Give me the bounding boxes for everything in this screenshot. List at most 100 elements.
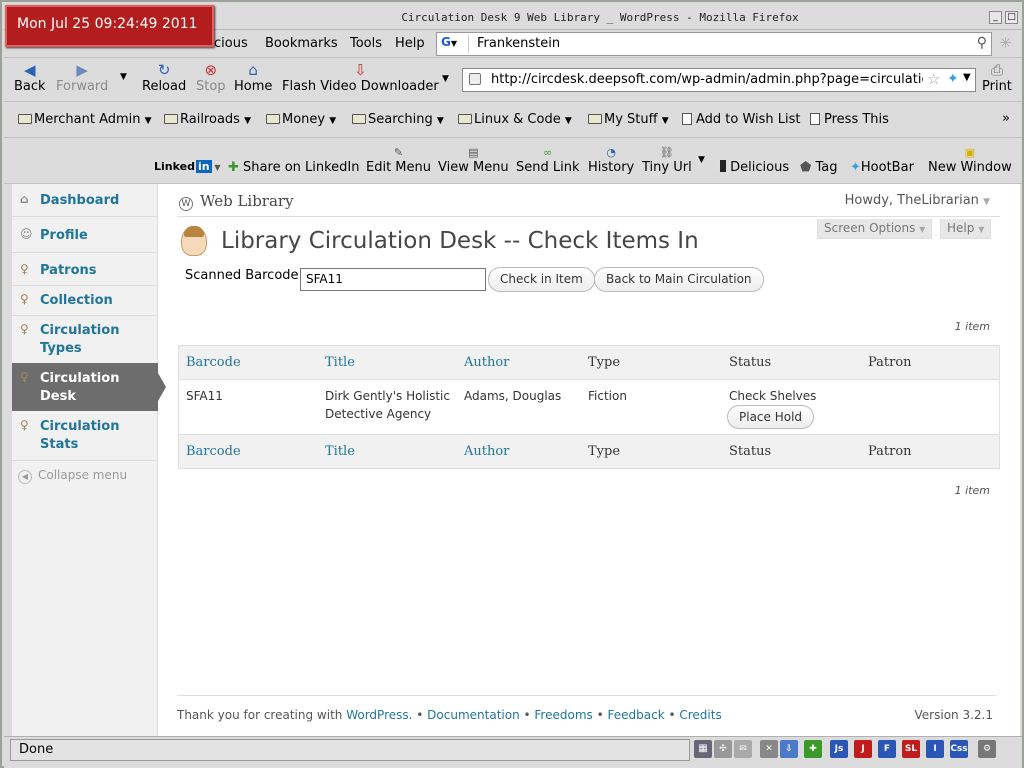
blocked-icon[interactable]: ✕ bbox=[760, 740, 778, 758]
flash-video-downloader-button[interactable]: ⇩ Flash Video Downloader bbox=[282, 61, 439, 94]
history-button[interactable]: ◔ History bbox=[588, 146, 634, 175]
admin-sidebar: ⌂ Dashboard ☺ Profile ♀ Patrons ♀ Collec… bbox=[12, 184, 166, 736]
reload-button[interactable]: ↻ Reload bbox=[142, 61, 186, 94]
js-icon[interactable]: Js bbox=[830, 740, 848, 758]
new-window-icon: ▣ bbox=[964, 146, 976, 159]
barcode-input[interactable]: SFA11 bbox=[300, 268, 486, 291]
back-to-main-circulation-button[interactable]: Back to Main Circulation bbox=[594, 267, 764, 292]
twitter-icon[interactable]: ✦ bbox=[947, 71, 959, 87]
column-footer-author[interactable]: Author bbox=[464, 444, 509, 459]
tiny-url-button[interactable]: ⛓ Tiny Url bbox=[642, 146, 692, 175]
search-icon[interactable]: ⚲ bbox=[977, 35, 987, 51]
documentation-link[interactable]: Documentation bbox=[427, 708, 520, 722]
sidebar-item-circulation-stats[interactable]: ♀ Circulation Stats bbox=[12, 418, 158, 454]
css-icon[interactable]: Css bbox=[950, 740, 968, 758]
silverlight-icon[interactable]: SL bbox=[902, 740, 920, 758]
sidebar-item-circulation-desk[interactable]: ♀ Circulation Desk bbox=[12, 363, 166, 411]
menu-help[interactable]: Help bbox=[395, 36, 425, 51]
menu-bookmarks[interactable]: Bookmarks bbox=[265, 36, 338, 51]
network-icon[interactable]: ✣ bbox=[714, 740, 732, 758]
bookmark-folder-railroads[interactable]: Railroads ▼ bbox=[164, 112, 251, 127]
home-icon: ⌂ bbox=[248, 61, 258, 79]
tag-button[interactable]: ⬟ Tag bbox=[800, 160, 837, 175]
clock-icon: ◔ bbox=[606, 146, 616, 159]
page-title: Library Circulation Desk -- Check Items … bbox=[221, 228, 699, 254]
folder-icon bbox=[164, 114, 178, 124]
screen-options-button[interactable]: Screen Options ▼ bbox=[817, 219, 933, 239]
column-footer-barcode[interactable]: Barcode bbox=[186, 444, 241, 459]
place-hold-button[interactable]: Place Hold bbox=[727, 405, 815, 429]
column-header-author[interactable]: Author bbox=[464, 355, 509, 370]
site-title[interactable]: W Web Library bbox=[179, 192, 294, 211]
credits-link[interactable]: Credits bbox=[679, 708, 721, 722]
search-engine-icon[interactable]: G▼ bbox=[439, 35, 469, 53]
bookmark-folder-my-stuff[interactable]: My Stuff ▼ bbox=[588, 112, 669, 127]
search-box[interactable]: G▼ Frankenstein ⚲ bbox=[436, 32, 992, 56]
hootbar-button[interactable]: ✦HootBar bbox=[850, 160, 914, 175]
sidebar-item-collection[interactable]: ♀ Collection bbox=[12, 292, 158, 310]
bookmark-add-to-wish-list[interactable]: Add to Wish List bbox=[682, 112, 801, 127]
print-button[interactable]: ⎙ Print bbox=[982, 61, 1012, 94]
forward-arrow-icon: ▶ bbox=[76, 61, 88, 79]
view-menu-button[interactable]: ▤ View Menu bbox=[438, 146, 509, 175]
new-window-button[interactable]: ▣ New Window bbox=[928, 146, 1012, 175]
mail-icon[interactable]: ✉ bbox=[734, 740, 752, 758]
send-link-button[interactable]: ∞ Send Link bbox=[516, 146, 580, 175]
maximize-icon[interactable]: □ bbox=[1005, 11, 1018, 24]
bookmark-press-this[interactable]: Press This bbox=[810, 112, 889, 127]
bookmark-star-icon[interactable]: ☆ bbox=[927, 70, 940, 88]
forward-button[interactable]: ▶ Forward bbox=[56, 61, 108, 94]
addon-icon[interactable]: ✚ bbox=[804, 740, 822, 758]
menu-history[interactable]: cious bbox=[214, 36, 248, 51]
tools-icon[interactable]: ⚙ bbox=[978, 740, 996, 758]
bookmark-folder-merchant-admin[interactable]: Merchant Admin ▼ bbox=[18, 112, 152, 127]
menu-tools[interactable]: Tools bbox=[350, 36, 382, 51]
edit-icon: ✎ bbox=[393, 146, 404, 159]
history-dropdown-icon[interactable]: ▼ bbox=[120, 72, 127, 82]
collapse-menu-button[interactable]: ◀ Collapse menu bbox=[18, 468, 127, 484]
url-bar[interactable]: http://circdesk.deepsoft.com/wp-admin/ad… bbox=[462, 68, 976, 92]
column-header-title[interactable]: Title bbox=[325, 355, 355, 370]
sidebar-item-circulation-types[interactable]: ♀ Circulation Types bbox=[12, 322, 158, 358]
librarian-icon: ♀ bbox=[20, 322, 29, 336]
page-icon bbox=[682, 113, 692, 125]
check-in-item-button[interactable]: Check in Item bbox=[488, 267, 595, 292]
screen-icon[interactable]: ▦ bbox=[694, 740, 712, 758]
folder-icon bbox=[458, 114, 472, 124]
delicious-button[interactable]: Delicious bbox=[714, 160, 789, 175]
images-icon[interactable]: I bbox=[926, 740, 944, 758]
minimize-icon[interactable]: _ bbox=[989, 11, 1002, 24]
feedback-link[interactable]: Feedback bbox=[608, 708, 665, 722]
edit-menu-button[interactable]: ✎ Edit Menu bbox=[366, 146, 431, 175]
help-button[interactable]: Help ▼ bbox=[940, 219, 992, 239]
bookmark-folder-searching[interactable]: Searching ▼ bbox=[352, 112, 444, 127]
toolbar-dropdown-icon[interactable]: ▼ bbox=[698, 155, 705, 165]
stop-button[interactable]: ⊗ Stop bbox=[196, 61, 226, 94]
url-dropdown-icon[interactable]: ▼ bbox=[963, 72, 971, 83]
sidebar-item-profile[interactable]: ☺ Profile bbox=[12, 227, 158, 245]
java-icon[interactable]: J bbox=[854, 740, 872, 758]
sidebar-item-patrons[interactable]: ♀ Patrons bbox=[12, 262, 158, 280]
column-header-barcode[interactable]: Barcode bbox=[186, 355, 241, 370]
back-button[interactable]: ◀ Back bbox=[14, 61, 46, 94]
home-button[interactable]: ⌂ Home bbox=[234, 61, 272, 94]
user-greeting[interactable]: Howdy, TheLibrarian ▼ bbox=[845, 193, 990, 208]
wordpress-link[interactable]: WordPress. bbox=[346, 708, 412, 722]
download-status-icon[interactable]: ⇩ bbox=[780, 740, 798, 758]
items-table: Barcode Title Author Type Status Patron … bbox=[178, 345, 1000, 469]
url-input[interactable]: http://circdesk.deepsoft.com/wp-admin/ad… bbox=[491, 72, 923, 87]
librarian-icon: ♀ bbox=[20, 292, 29, 306]
bookmark-folder-linux-code[interactable]: Linux & Code ▼ bbox=[458, 112, 572, 127]
column-footer-title[interactable]: Title bbox=[325, 444, 355, 459]
flash-icon[interactable]: F bbox=[878, 740, 896, 758]
more-bookmarks-chevron-icon[interactable]: » bbox=[1002, 111, 1010, 126]
share-on-linkedin-button[interactable]: ✚ Share on LinkedIn bbox=[228, 160, 360, 175]
flash-dropdown-icon[interactable]: ▼ bbox=[442, 74, 449, 84]
folder-icon bbox=[18, 114, 32, 124]
search-input[interactable]: Frankenstein bbox=[477, 36, 560, 51]
bookmark-folder-money[interactable]: Money ▼ bbox=[266, 112, 336, 127]
linkedin-button[interactable]: Linked in ▼ bbox=[154, 160, 221, 173]
chevron-down-icon: ▼ bbox=[978, 225, 985, 234]
freedoms-link[interactable]: Freedoms bbox=[534, 708, 592, 722]
sidebar-item-dashboard[interactable]: ⌂ Dashboard bbox=[12, 192, 158, 210]
